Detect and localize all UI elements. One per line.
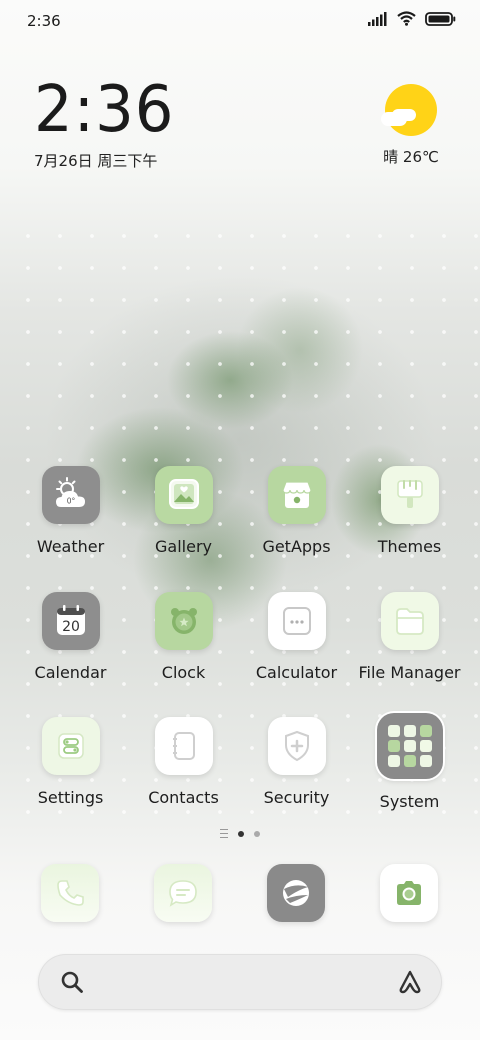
assistant-icon[interactable] xyxy=(396,969,424,995)
system-folder-icon xyxy=(376,713,443,779)
app-system-folder[interactable]: System xyxy=(353,713,466,811)
sunny-cloud-icon xyxy=(381,84,437,136)
camera-icon[interactable] xyxy=(380,864,438,922)
app-weather[interactable]: 0° Weather xyxy=(14,466,127,556)
status-icons xyxy=(368,11,456,26)
gallery-icon xyxy=(154,466,213,524)
browser-icon[interactable] xyxy=(267,864,325,922)
security-icon xyxy=(267,717,326,775)
getapps-icon xyxy=(267,466,326,524)
settings-icon xyxy=(41,717,100,775)
battery-icon xyxy=(425,11,456,26)
phone-icon[interactable] xyxy=(41,864,99,922)
app-gallery[interactable]: Gallery xyxy=(127,466,240,556)
app-label: GetApps xyxy=(262,537,331,556)
wifi-icon xyxy=(397,11,416,26)
app-clock[interactable]: Clock xyxy=(127,592,240,682)
app-contacts[interactable]: Contacts xyxy=(127,717,240,807)
messages-icon[interactable] xyxy=(154,864,212,922)
dock xyxy=(0,864,480,924)
app-label: Security xyxy=(263,788,330,807)
clock-widget[interactable]: 2:36 7月26日 周三下午 xyxy=(34,78,182,171)
weather-temp-badge: 0° xyxy=(66,497,75,506)
app-calculator[interactable]: Calculator xyxy=(240,592,353,682)
calendar-icon: 20 xyxy=(41,592,100,650)
search-icon[interactable] xyxy=(60,970,84,994)
app-label: Calculator xyxy=(255,663,338,682)
app-label: Settings xyxy=(37,788,104,807)
search-bar[interactable] xyxy=(38,954,442,1010)
clock-time: 2:36 xyxy=(34,73,175,147)
app-getapps[interactable]: GetApps xyxy=(240,466,353,556)
weather-icon: 0° xyxy=(41,466,100,524)
signal-icon xyxy=(368,11,387,26)
calendar-day-badge: 20 xyxy=(62,619,80,635)
app-label: Clock xyxy=(161,663,206,682)
app-label: System xyxy=(379,792,440,811)
app-drawer-indicator-icon xyxy=(220,829,228,838)
app-file-manager[interactable]: File Manager xyxy=(353,592,466,682)
app-calendar[interactable]: 20 Calendar xyxy=(14,592,127,682)
contacts-icon xyxy=(154,717,213,775)
calculator-icon xyxy=(267,592,326,650)
clock-date: 7月26日 周三下午 xyxy=(34,152,158,170)
clock-icon xyxy=(154,592,213,650)
app-settings[interactable]: Settings xyxy=(14,717,127,807)
app-security[interactable]: Security xyxy=(240,717,353,807)
weather-widget[interactable]: 晴 26℃ xyxy=(376,84,446,167)
status-bar: 2:36 xyxy=(0,0,480,44)
app-label: File Manager xyxy=(358,663,461,682)
app-label: Weather xyxy=(36,537,105,556)
app-label: Themes xyxy=(377,537,442,556)
app-label: Gallery xyxy=(155,537,212,556)
page-indicator[interactable] xyxy=(0,829,480,838)
app-label: Contacts xyxy=(148,788,219,807)
app-label: Calendar xyxy=(34,663,107,682)
weather-text: 晴 26℃ xyxy=(383,148,439,166)
file-manager-icon xyxy=(380,592,439,650)
status-time: 2:36 xyxy=(27,12,61,30)
page-dot xyxy=(254,830,260,837)
page-dot-active xyxy=(238,830,244,837)
themes-icon xyxy=(380,466,439,524)
app-themes[interactable]: Themes xyxy=(353,466,466,556)
